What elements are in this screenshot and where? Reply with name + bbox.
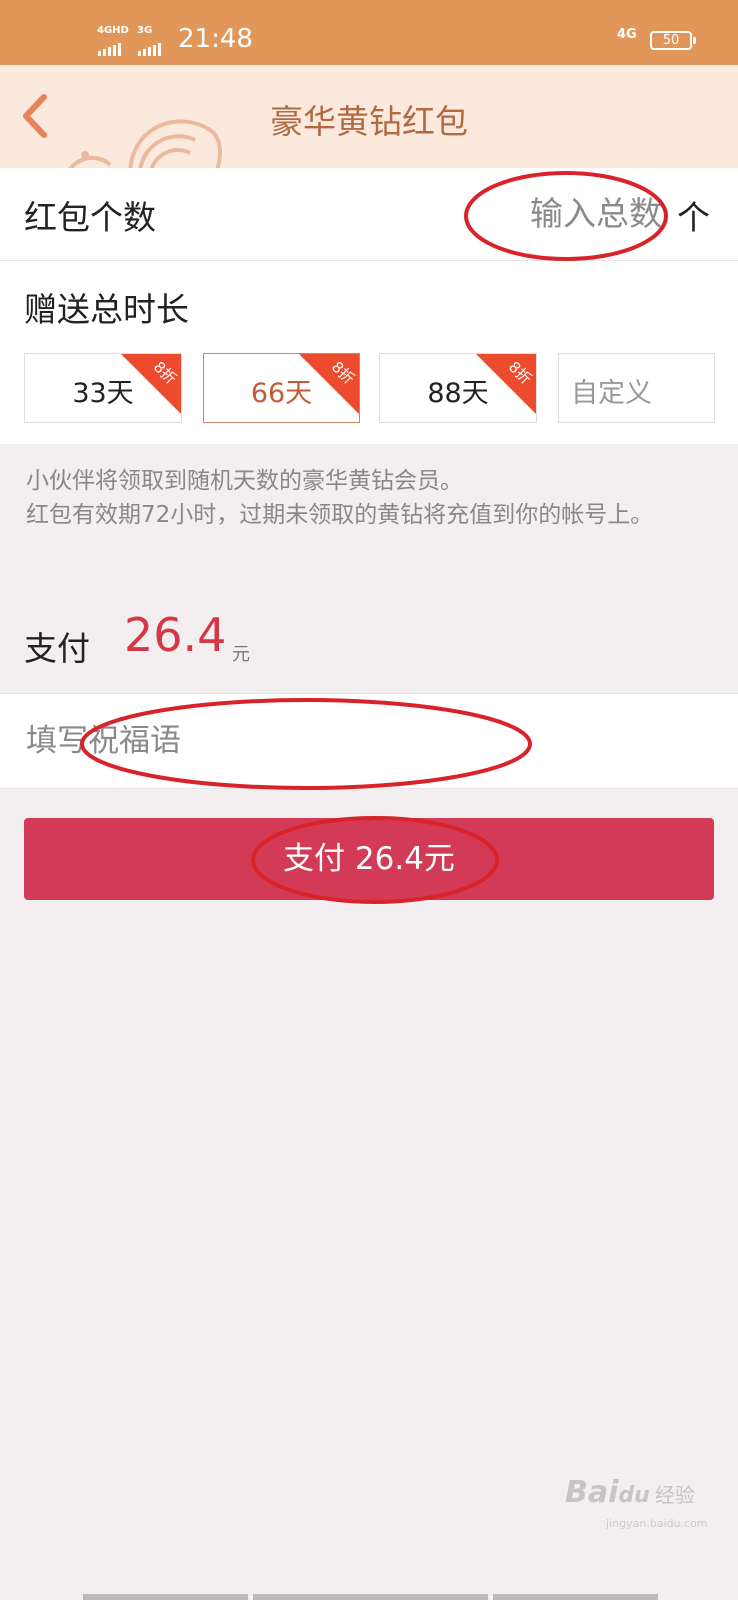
bottom-nav-segment	[253, 1594, 488, 1600]
network-type-2: 3G	[137, 25, 153, 36]
wish-row	[0, 693, 738, 789]
count-label: 红包个数	[24, 198, 156, 237]
duration-option-88[interactable]: 88天 8折	[379, 353, 537, 423]
duration-option-custom[interactable]: 自定义	[558, 353, 715, 423]
status-time: 21:48	[178, 24, 253, 54]
count-unit: 个	[677, 198, 710, 237]
bottom-nav-segment	[493, 1594, 658, 1600]
notice-line-1: 小伙伴将领取到随机天数的豪华黄钻会员。	[26, 468, 463, 494]
network-type-right: 4G	[617, 27, 637, 42]
count-row: 红包个数 个	[0, 168, 738, 261]
payment-amount: 26.4	[124, 608, 227, 662]
watermark-brand: Bai	[565, 1475, 619, 1510]
wish-input[interactable]	[24, 712, 708, 770]
duration-section: 赠送总时长 33天 8折 66天 8折 88天 8折 自定义	[0, 261, 738, 444]
payment-row: 支付 26.4 元	[0, 592, 738, 680]
payment-unit: 元	[232, 644, 250, 665]
discount-badge	[299, 354, 359, 414]
nav-bar: 豪华黄钻红包	[0, 65, 738, 168]
pay-button[interactable]: 支付 26.4元	[24, 818, 714, 900]
discount-badge	[476, 354, 536, 414]
notice-line-2: 红包有效期72小时，过期未领取的黄钻将充值到你的帐号上。	[26, 502, 654, 528]
duration-title: 赠送总时长	[24, 290, 189, 329]
page-title: 豪华黄钻红包	[270, 102, 468, 141]
bottom-nav-segment	[83, 1594, 248, 1600]
payment-label: 支付	[24, 629, 90, 668]
count-input[interactable]	[470, 184, 664, 242]
duration-option-66[interactable]: 66天 8折	[203, 353, 360, 423]
status-bar: 4GHD 3G 21:48 4G 50	[0, 0, 738, 65]
watermark-brand-2: du	[618, 1483, 650, 1508]
battery-icon: 50	[650, 31, 692, 50]
signal-icon-2	[138, 37, 163, 56]
watermark-url: jingyan.baidu.com	[606, 1517, 708, 1530]
option-label: 自定义	[571, 378, 652, 409]
watermark-suffix: 经验	[654, 1483, 695, 1507]
discount-badge	[121, 354, 181, 414]
duration-option-33[interactable]: 33天 8折	[24, 353, 182, 423]
watermark-logo: Baidu 经验	[565, 1475, 695, 1510]
notice-text: 小伙伴将领取到随机天数的豪华黄钻会员。 红包有效期72小时，过期未领取的黄钻将充…	[26, 464, 716, 532]
battery-tip	[693, 37, 696, 44]
network-type-1: 4GHD	[97, 25, 129, 36]
signal-icon-1	[98, 37, 123, 56]
